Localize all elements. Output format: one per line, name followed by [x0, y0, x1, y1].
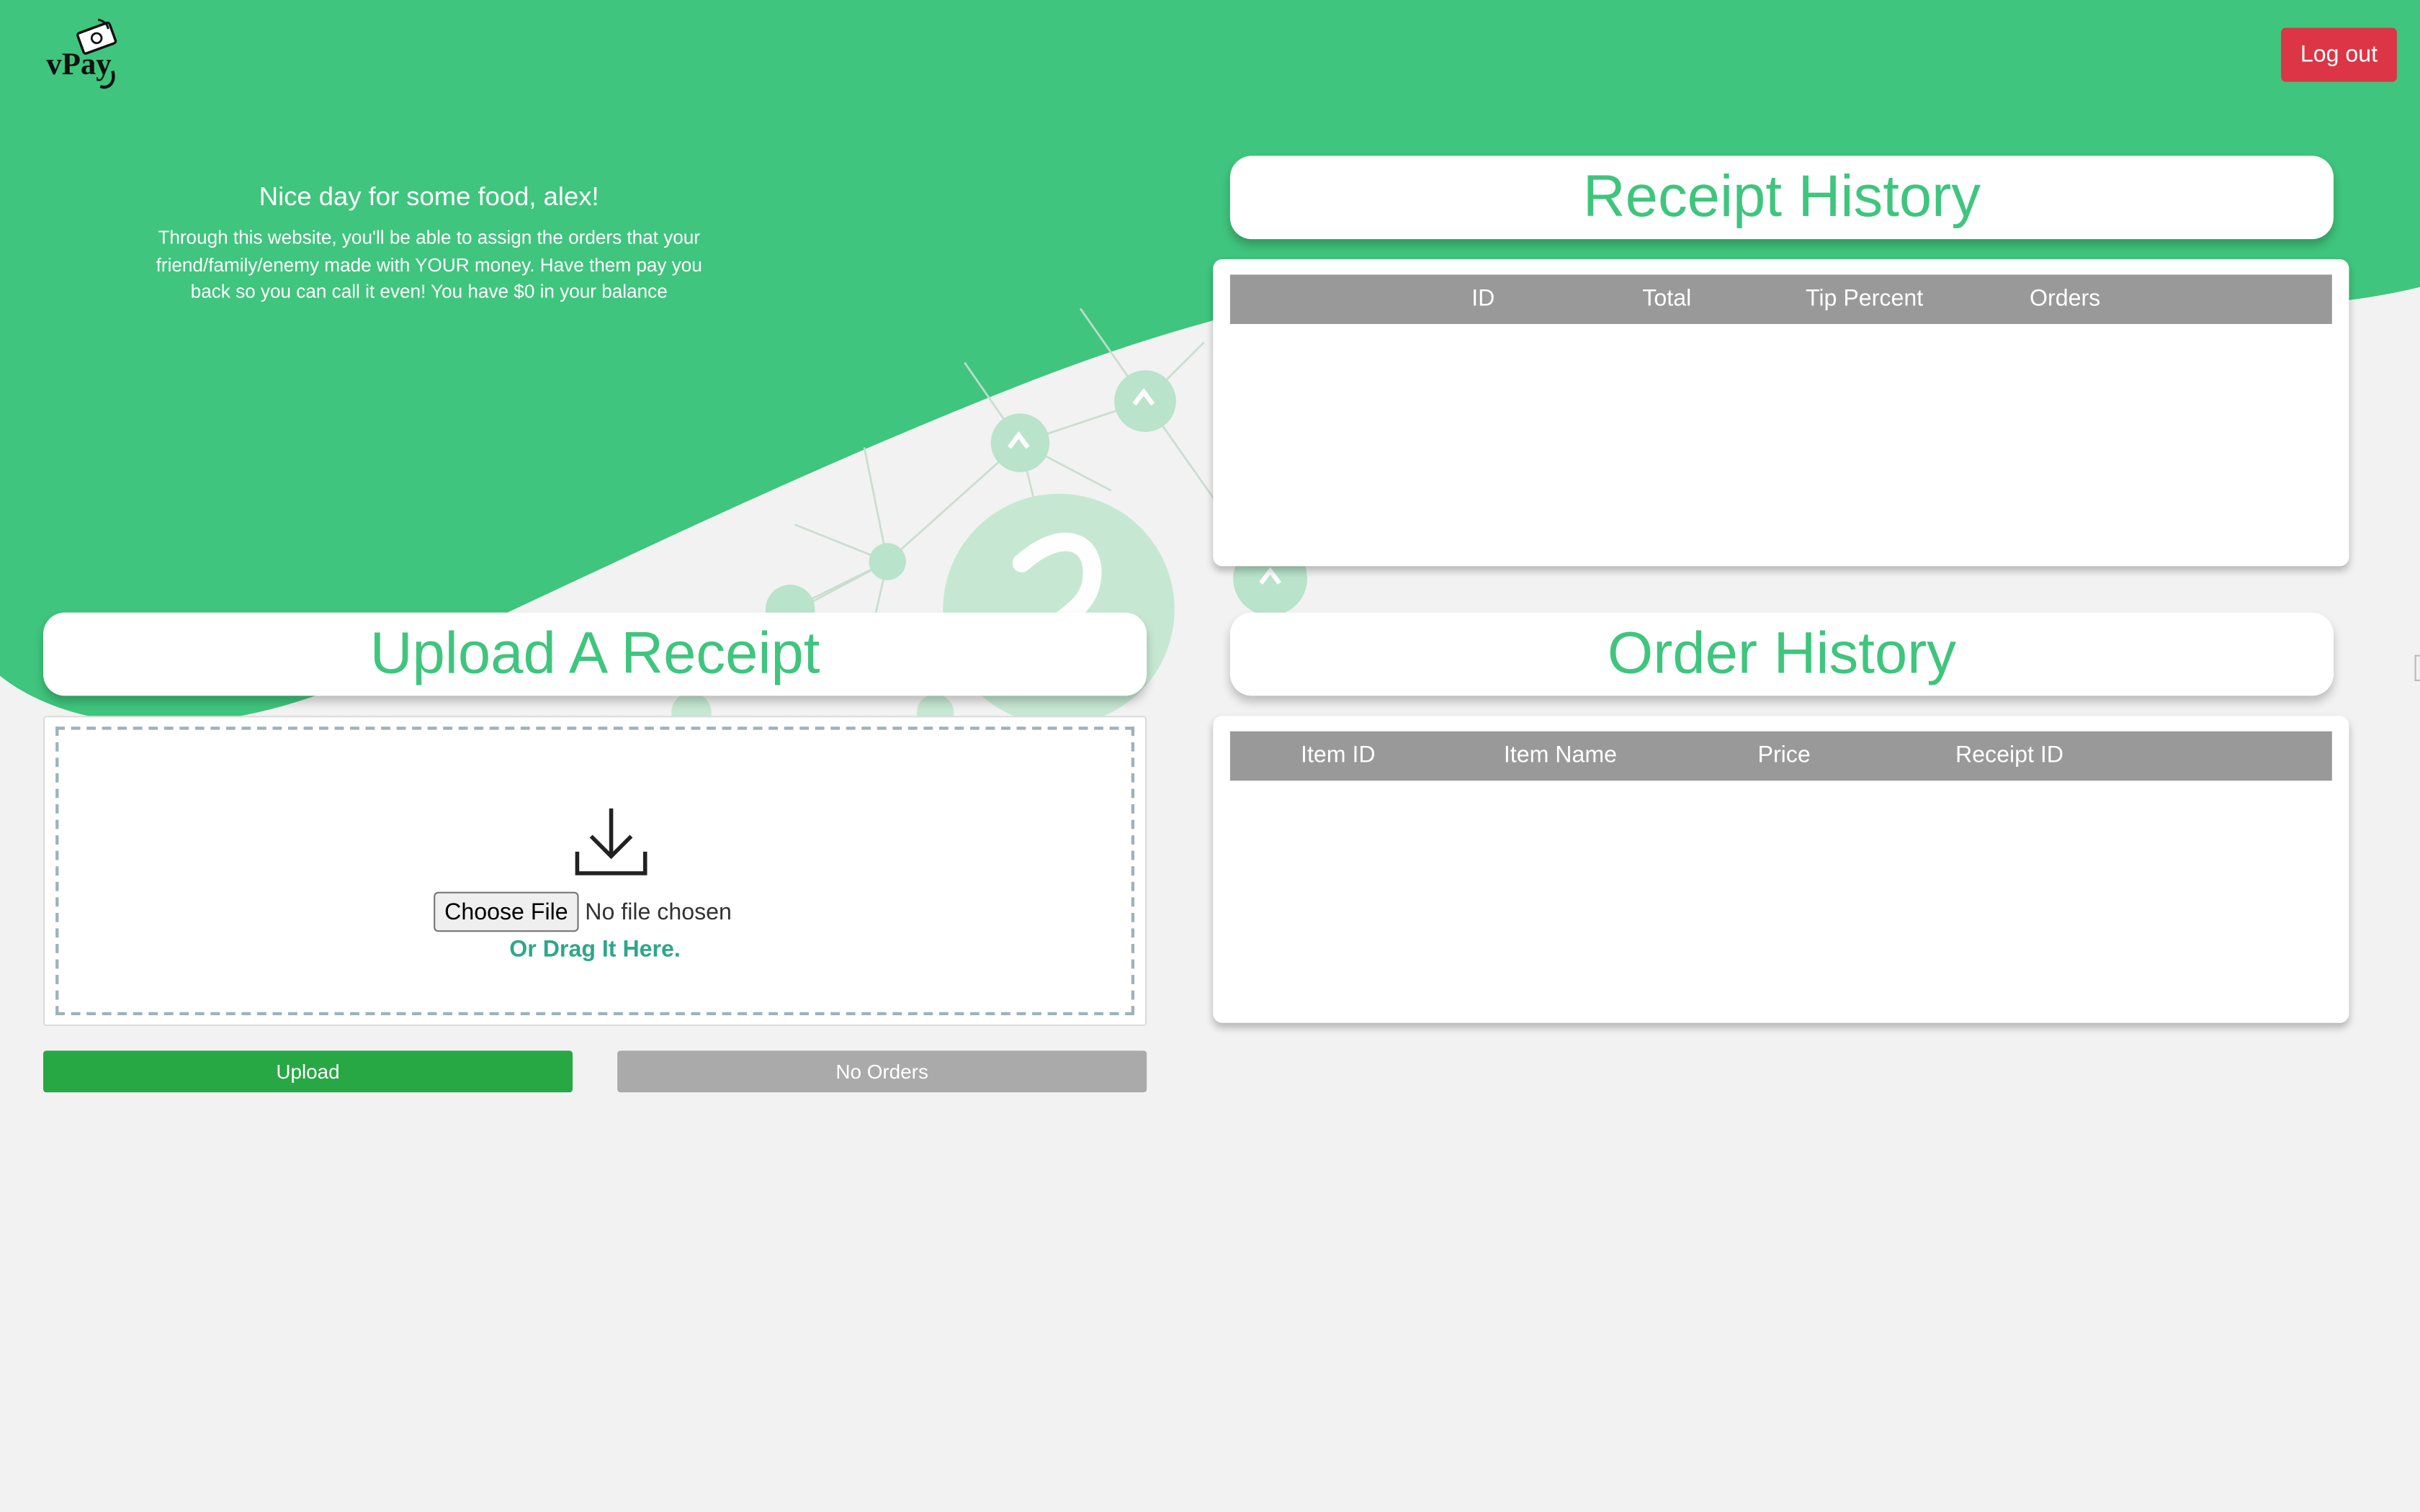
receipt-history-table: ID Total Tip Percent Orders [1213, 259, 2349, 567]
receipt-history-table-header: ID Total Tip Percent Orders [1229, 274, 2332, 324]
upload-receipt-title-card: Upload A Receipt [43, 612, 1147, 696]
order-history-table-header: Item ID Item Name Price Receipt ID [1229, 731, 2332, 781]
svg-text:vPay: vPay [46, 48, 111, 81]
drag-hint: Or Drag It Here. [509, 936, 681, 963]
download-icon [575, 808, 647, 876]
column-header-total[interactable]: Total [1642, 274, 1691, 324]
order-history-table: Item ID Item Name Price Receipt ID [1213, 716, 2349, 1023]
column-header-orders[interactable]: Orders [2030, 274, 2100, 324]
logout-button[interactable]: Log out [2281, 27, 2397, 82]
column-header-tip-percent[interactable]: Tip Percent [1806, 274, 1923, 324]
column-header-id[interactable]: ID [1471, 274, 1494, 324]
page: vPay Log out Nice day for some food, ale… [0, 0, 2420, 1512]
order-history-title: Order History [1607, 621, 1956, 687]
upload-panel: Choose File No file chosen Or Drag It Her… [43, 716, 1147, 1026]
welcome-message: Nice day for some food, alex! Through th… [154, 182, 704, 307]
vpay-logo[interactable]: vPay [43, 18, 130, 93]
greeting-title: Nice day for some food, alex! [259, 181, 599, 212]
drop-zone[interactable]: Choose File No file chosen Or Drag It Her… [55, 726, 1135, 1015]
greeting-description: Through this website, you'll be able to … [156, 227, 702, 303]
order-history-title-card: Order History [1229, 612, 2334, 696]
upload-receipt-title: Upload A Receipt [369, 621, 820, 687]
file-status: No file chosen [585, 899, 732, 925]
column-header-item-id[interactable]: Item ID [1301, 732, 1376, 781]
receipt-history-title: Receipt History [1582, 165, 1981, 230]
choose-file-button[interactable]: Choose File [434, 891, 579, 932]
scroll-edge-icon [2414, 654, 2420, 682]
upload-button[interactable]: Upload [43, 1050, 573, 1093]
column-header-price[interactable]: Price [1758, 732, 1811, 781]
column-header-item-name[interactable]: Item Name [1504, 732, 1617, 781]
file-input[interactable]: Choose File No file chosen [434, 891, 732, 932]
column-header-receipt-id[interactable]: Receipt ID [1955, 732, 2063, 781]
no-orders-button[interactable]: No Orders [617, 1050, 1147, 1093]
receipt-history-title-card: Receipt History [1229, 156, 2334, 240]
